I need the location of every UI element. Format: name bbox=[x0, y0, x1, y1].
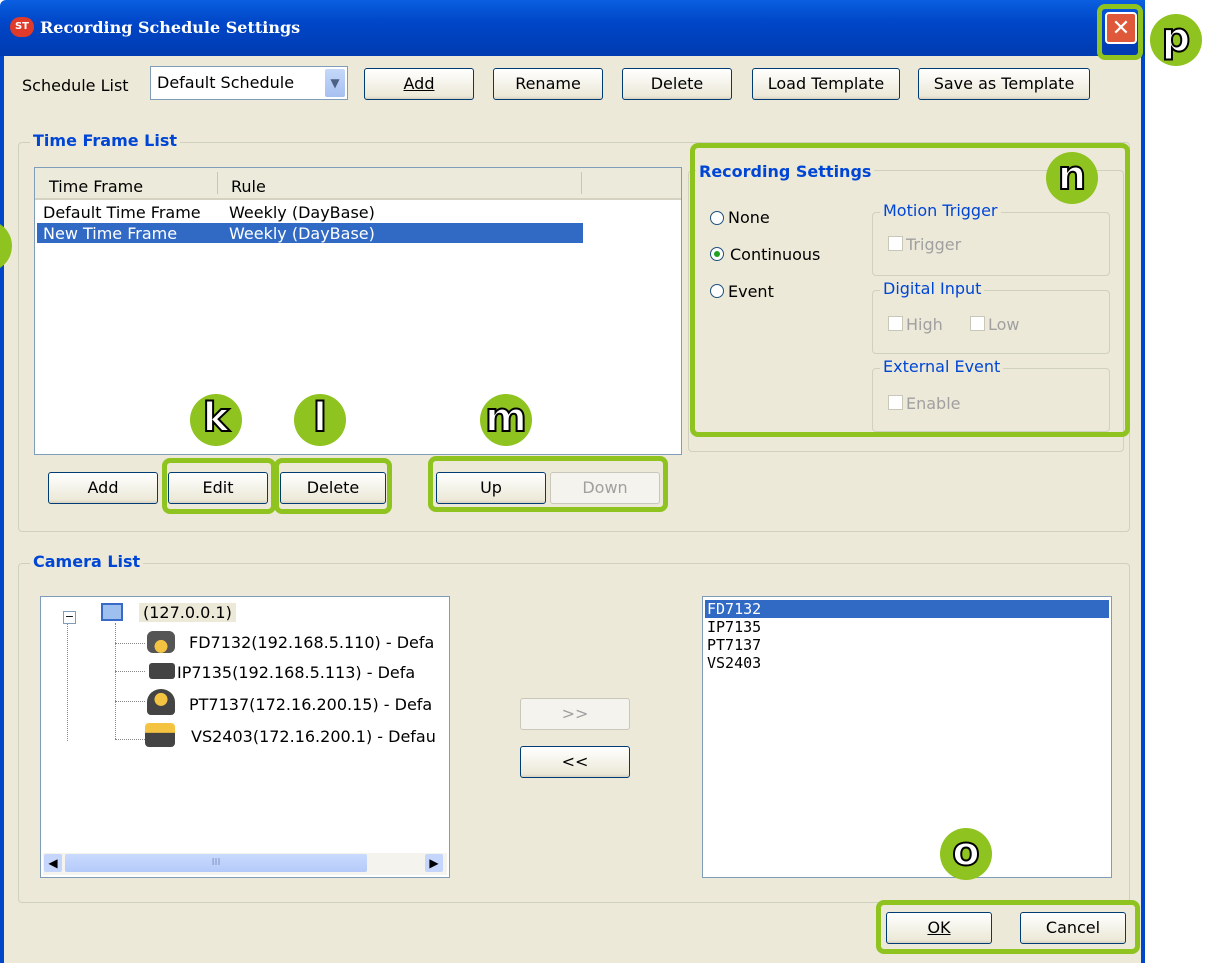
time-frame-group-title: Time Frame List bbox=[30, 131, 181, 150]
highlight-ok-cancel bbox=[876, 900, 1140, 954]
add-camera-button[interactable]: >> bbox=[520, 698, 630, 730]
camera-node-ip7135[interactable]: IP7135(192.168.5.113) - Defa bbox=[177, 663, 415, 682]
tree-connector bbox=[115, 623, 116, 739]
save-as-template-button[interactable]: Save as Template bbox=[918, 68, 1090, 100]
list-item-selected[interactable]: FD7132 bbox=[705, 600, 1109, 618]
scroll-thumb[interactable]: III bbox=[65, 854, 367, 872]
scroll-right-icon[interactable]: ▶ bbox=[425, 854, 443, 872]
remove-camera-label: << bbox=[561, 752, 589, 771]
horizontal-scrollbar[interactable]: ◀ III ▶ bbox=[43, 853, 447, 875]
column-divider[interactable] bbox=[581, 172, 582, 194]
remove-camera-button[interactable]: << bbox=[520, 746, 630, 778]
camera-tree[interactable]: − (127.0.0.1) FD7132(192.168.5.110) - De… bbox=[40, 596, 450, 878]
highlight-delete bbox=[274, 458, 392, 514]
list-item-label: FD7132 bbox=[707, 600, 762, 618]
highlight-up-down bbox=[428, 456, 668, 512]
schedule-dropdown-value: Default Schedule bbox=[157, 73, 295, 92]
time-frame-rule: Weekly (DayBase) bbox=[229, 224, 375, 243]
schedule-list-label: Schedule List bbox=[22, 76, 129, 95]
highlight-close bbox=[1097, 4, 1143, 60]
list-item[interactable]: PT7137 bbox=[705, 636, 1109, 654]
load-template-button[interactable]: Load Template bbox=[752, 68, 900, 100]
list-item[interactable]: IP7135 bbox=[705, 618, 1109, 636]
column-header-time-frame[interactable]: Time Frame bbox=[49, 177, 143, 196]
collapse-icon[interactable]: − bbox=[63, 611, 76, 624]
window-title: Recording Schedule Settings bbox=[40, 18, 301, 37]
load-template-label: Load Template bbox=[767, 74, 885, 93]
app-icon: ST bbox=[10, 17, 34, 37]
delete-schedule-button[interactable]: Delete bbox=[622, 68, 732, 100]
add-time-frame-button[interactable]: Add bbox=[48, 472, 158, 504]
tree-connector bbox=[115, 701, 145, 702]
camera-list-title: Camera List bbox=[30, 552, 144, 571]
ptz-camera-icon bbox=[147, 689, 175, 715]
save-as-template-label: Save as Template bbox=[933, 74, 1075, 93]
callout-badge-m: m bbox=[480, 394, 532, 446]
callout-badge-o: o bbox=[940, 828, 992, 880]
highlight-edit bbox=[162, 458, 276, 514]
selected-camera-list[interactable]: FD7132 IP7135 PT7137 VS2403 bbox=[702, 596, 1112, 878]
time-frame-rule: Weekly (DayBase) bbox=[229, 203, 375, 222]
tree-connector bbox=[115, 739, 145, 740]
camera-node-fd7132[interactable]: FD7132(192.168.5.110) - Defa bbox=[189, 633, 434, 652]
cube-camera-icon bbox=[149, 663, 175, 679]
camera-node-pt7137[interactable]: PT7137(172.16.200.15) - Defa bbox=[189, 695, 432, 714]
time-frame-list[interactable]: Time Frame Rule Default Time Frame Weekl… bbox=[34, 167, 682, 455]
callout-badge-n: n bbox=[1046, 152, 1098, 204]
list-item-label: PT7137 bbox=[707, 636, 762, 654]
rename-schedule-label: Rename bbox=[515, 74, 581, 93]
time-frame-name: New Time Frame bbox=[43, 224, 178, 243]
camera-node-vs2403[interactable]: VS2403(172.16.200.1) - Defau bbox=[191, 727, 436, 746]
list-item-label: VS2403 bbox=[707, 654, 762, 672]
window-border bbox=[1141, 56, 1145, 963]
callout-badge-k: k bbox=[190, 394, 242, 446]
add-schedule-label: Add bbox=[403, 74, 435, 93]
column-header-rule[interactable]: Rule bbox=[231, 177, 266, 196]
schedule-dropdown[interactable]: Default Schedule ▼ bbox=[150, 66, 348, 100]
rename-schedule-button[interactable]: Rename bbox=[493, 68, 603, 100]
table-row-selected[interactable]: New Time Frame Weekly (DayBase) bbox=[37, 223, 583, 243]
dome-camera-icon bbox=[147, 631, 175, 653]
add-schedule-button[interactable]: Add bbox=[364, 68, 474, 100]
video-server-icon bbox=[145, 723, 175, 747]
computer-icon bbox=[101, 603, 123, 621]
tree-connector bbox=[115, 643, 145, 644]
delete-schedule-label: Delete bbox=[650, 74, 704, 93]
add-time-frame-label: Add bbox=[87, 478, 119, 497]
callout-badge-l: l bbox=[294, 394, 346, 446]
column-divider[interactable] bbox=[217, 172, 218, 194]
list-item-label: IP7135 bbox=[707, 618, 762, 636]
list-item[interactable]: VS2403 bbox=[705, 654, 1109, 672]
tree-connector bbox=[67, 621, 68, 741]
scroll-left-icon[interactable]: ◀ bbox=[44, 854, 62, 872]
server-node[interactable]: (127.0.0.1) bbox=[139, 603, 236, 622]
callout-badge-p: p bbox=[1150, 14, 1202, 66]
time-frame-name: Default Time Frame bbox=[43, 203, 201, 222]
chevron-down-icon[interactable]: ▼ bbox=[325, 69, 345, 97]
add-camera-label: >> bbox=[561, 704, 589, 723]
table-row[interactable]: Default Time Frame Weekly (DayBase) bbox=[37, 202, 583, 222]
tree-connector bbox=[115, 671, 145, 672]
